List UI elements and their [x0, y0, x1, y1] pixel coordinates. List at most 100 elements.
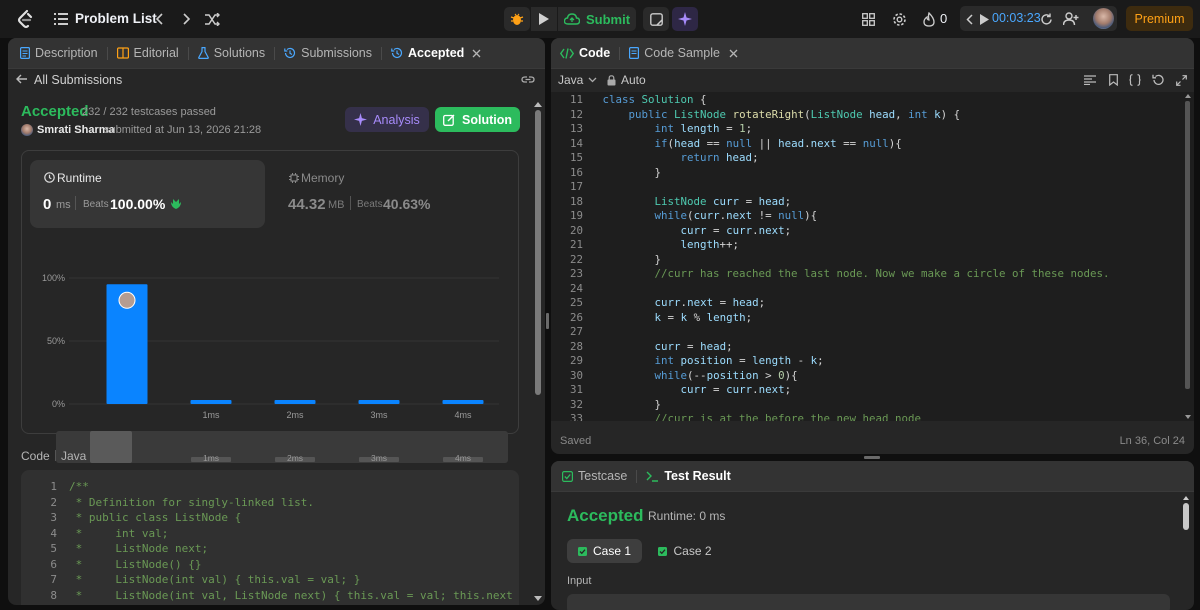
line-number: 6: [50, 557, 57, 571]
code-token: head: [732, 296, 759, 309]
author-name[interactable]: Smrati Sharma: [37, 124, 115, 136]
solution-button[interactable]: Solution: [435, 107, 520, 132]
code-comment: * public class ListNode {: [69, 511, 242, 524]
y-tick-label: 100%: [42, 273, 65, 283]
code-token: =: [739, 194, 759, 208]
case-2-label: Case 2: [673, 544, 712, 558]
bookmark-icon[interactable]: [1106, 73, 1120, 87]
code-token: Solution: [641, 93, 694, 106]
code-line: 14 if(head == null || head.next == null)…: [551, 137, 1194, 152]
result-status: Accepted: [567, 506, 644, 525]
debug-icon[interactable]: [504, 7, 530, 31]
tab-test-result[interactable]: Test Result: [637, 461, 739, 491]
scroll-up-icon[interactable]: [1183, 496, 1189, 500]
line-number: 28: [569, 339, 583, 353]
analysis-button[interactable]: Analysis: [345, 107, 429, 132]
scroll-down-icon[interactable]: [534, 596, 542, 601]
code-comment: * Definition for singly-linked list.: [69, 495, 315, 509]
scrollbar-thumb[interactable]: [1185, 101, 1190, 389]
timer-collapse-icon[interactable]: [963, 10, 975, 28]
scrollbar-thumb[interactable]: [535, 110, 541, 395]
braces-icon[interactable]: [1128, 73, 1142, 87]
panel-resize-handle[interactable]: [546, 313, 549, 329]
note-icon[interactable]: [643, 7, 669, 31]
expand-icon[interactable]: [1174, 73, 1188, 87]
language-select[interactable]: Java: [558, 73, 597, 87]
case-2-tab[interactable]: Case 2: [654, 539, 716, 563]
shuffle-icon[interactable]: [203, 10, 221, 28]
run-button[interactable]: [531, 7, 557, 31]
arrow-left-icon[interactable]: [15, 72, 29, 86]
link-icon[interactable]: [520, 72, 536, 86]
navigator-label: 1ms: [203, 453, 219, 463]
timer-play-icon[interactable]: [978, 11, 990, 27]
format-icon[interactable]: [1083, 73, 1097, 87]
problem-list-link[interactable]: Problem List: [75, 11, 157, 26]
panel-resize-handle[interactable]: [864, 456, 880, 459]
result-scrollbar[interactable]: [1182, 493, 1190, 610]
next-problem-icon[interactable]: [179, 10, 195, 28]
runtime-distribution-chart[interactable]: 100% 50% 0% 1ms 2ms 3ms 4ms 1ms 2ms 3ms 4ms: [21, 231, 519, 467]
code-line: 28 curr = head;: [551, 340, 1194, 355]
code-token: curr: [726, 383, 753, 396]
scroll-up-icon[interactable]: [534, 102, 542, 107]
auto-mode-label: Auto: [621, 73, 646, 87]
submitted-code-lines: 1 /** 2 * Definition for singly-linked lis…: [21, 470, 519, 603]
layout-grid-icon[interactable]: [859, 10, 877, 28]
gutter-gap: [583, 340, 603, 353]
close-icon[interactable]: [472, 49, 481, 58]
timer-reset-icon[interactable]: [1038, 10, 1054, 28]
tab-testcase[interactable]: Testcase: [551, 461, 636, 491]
streak-fire-icon[interactable]: [921, 10, 937, 28]
code-token: curr: [713, 194, 740, 208]
code-comment: * int val;: [69, 526, 169, 540]
code-line: 31 curr = curr.next;: [551, 383, 1194, 398]
tab-editorial[interactable]: Editorial: [108, 38, 188, 68]
prev-problem-icon[interactable]: [151, 10, 167, 28]
navigator-label: 2ms: [287, 453, 303, 463]
leetcode-logo-icon[interactable]: [14, 8, 36, 30]
code-token: null: [778, 209, 805, 222]
tab-code[interactable]: Code: [551, 38, 619, 68]
code-token: position: [706, 368, 759, 382]
submit-button[interactable]: Submit: [558, 7, 636, 31]
case-1-tab[interactable]: Case 1: [567, 539, 642, 563]
language-select-value: Java: [558, 73, 584, 87]
tab-solutions[interactable]: Solutions: [189, 38, 274, 68]
editor-scrollbar[interactable]: [1184, 94, 1191, 420]
code-token: return: [680, 151, 727, 164]
code-editor[interactable]: 11 class Solution {12 public ListNode ro…: [551, 92, 1194, 421]
code-token: ListNode: [674, 107, 733, 121]
close-icon[interactable]: [729, 49, 738, 58]
editor-code-lines: 11 class Solution {12 public ListNode ro…: [551, 92, 1194, 421]
add-user-icon[interactable]: [1062, 10, 1080, 28]
tab-code-sample[interactable]: Code Sample: [620, 38, 747, 68]
gutter-gap: [583, 383, 603, 396]
ai-sparkle-icon[interactable]: [672, 7, 698, 31]
all-submissions-link[interactable]: All Submissions: [34, 73, 122, 87]
scroll-up-icon[interactable]: [1185, 94, 1191, 98]
scrollbar-thumb[interactable]: [1183, 503, 1189, 530]
left-scrollbar[interactable]: [534, 98, 542, 605]
list-icon[interactable]: [52, 10, 70, 28]
settings-gear-icon[interactable]: [890, 10, 908, 28]
code-brackets-icon: [560, 47, 574, 59]
gutter-gap: [583, 224, 603, 237]
user-avatar[interactable]: [1093, 8, 1114, 29]
scroll-down-icon[interactable]: [1185, 415, 1191, 419]
memory-label[interactable]: Memory: [301, 171, 344, 185]
tab-description[interactable]: Description: [11, 38, 107, 68]
tab-submissions[interactable]: Submissions: [275, 38, 381, 68]
premium-button[interactable]: Premium: [1126, 6, 1193, 31]
tab-testcase-label: Testcase: [578, 469, 628, 483]
tab-description-label: Description: [35, 46, 98, 60]
tab-accepted[interactable]: Accepted: [382, 38, 490, 68]
line-number: 19: [569, 209, 583, 222]
reset-code-icon[interactable]: [1151, 73, 1165, 87]
auto-mode-toggle[interactable]: Auto: [607, 73, 646, 87]
code-token: ){: [804, 209, 818, 222]
